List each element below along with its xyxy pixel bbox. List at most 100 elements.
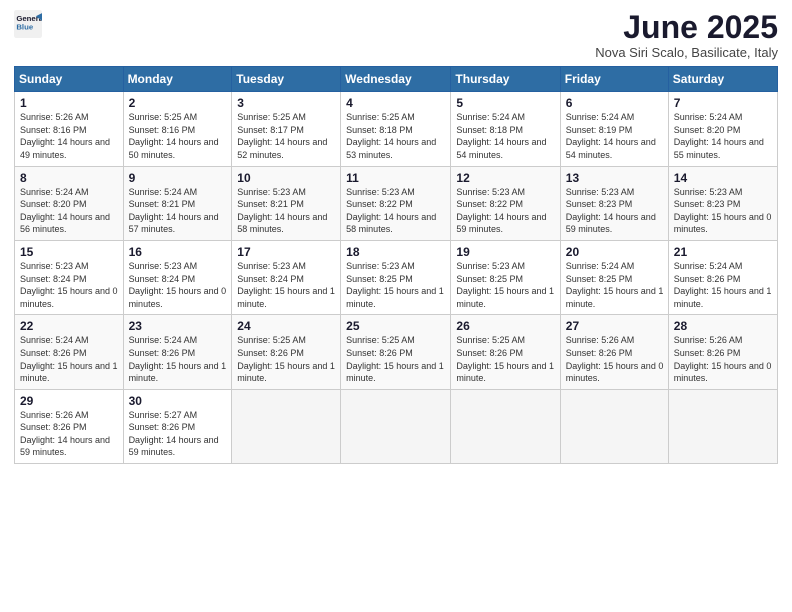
- day-info: Sunrise: 5:23 AMSunset: 8:21 PMDaylight:…: [237, 187, 327, 235]
- day-number: 24: [237, 319, 336, 333]
- day-info: Sunrise: 5:24 AMSunset: 8:25 PMDaylight:…: [566, 261, 664, 309]
- day-number: 18: [346, 245, 446, 259]
- day-info: Sunrise: 5:26 AMSunset: 8:16 PMDaylight:…: [20, 112, 110, 160]
- day-info: Sunrise: 5:24 AMSunset: 8:26 PMDaylight:…: [20, 335, 118, 383]
- day-info: Sunrise: 5:23 AMSunset: 8:25 PMDaylight:…: [346, 261, 444, 309]
- day-number: 23: [129, 319, 228, 333]
- day-info: Sunrise: 5:26 AMSunset: 8:26 PMDaylight:…: [674, 335, 772, 383]
- calendar-cell: 22 Sunrise: 5:24 AMSunset: 8:26 PMDayligh…: [15, 315, 124, 389]
- calendar-cell: 2 Sunrise: 5:25 AMSunset: 8:16 PMDaylight…: [123, 92, 232, 166]
- calendar-cell: 6 Sunrise: 5:24 AMSunset: 8:19 PMDaylight…: [560, 92, 668, 166]
- calendar-cell: 14Sunrise: 5:23 AMSunset: 8:23 PMDayligh…: [668, 166, 777, 240]
- day-number: 28: [674, 319, 773, 333]
- calendar-cell: 28 Sunrise: 5:26 AMSunset: 8:26 PMDayligh…: [668, 315, 777, 389]
- day-info: Sunrise: 5:23 AMSunset: 8:24 PMDaylight:…: [20, 261, 118, 309]
- calendar-cell: 10 Sunrise: 5:23 AMSunset: 8:21 PMDayligh…: [232, 166, 341, 240]
- day-info: Sunrise: 5:26 AMSunset: 8:26 PMDaylight:…: [566, 335, 664, 383]
- col-monday: Monday: [123, 67, 232, 92]
- calendar-cell: 11 Sunrise: 5:23 AMSunset: 8:22 PMDayligh…: [341, 166, 451, 240]
- day-number: 4: [346, 96, 446, 110]
- day-number: 9: [129, 171, 228, 185]
- day-info: Sunrise: 5:23 AMSunset: 8:24 PMDaylight:…: [237, 261, 335, 309]
- header: General Blue June 2025 Nova Siri Scalo, …: [14, 10, 778, 60]
- logo: General Blue: [14, 10, 42, 38]
- calendar-cell: 26 Sunrise: 5:25 AMSunset: 8:26 PMDayligh…: [451, 315, 560, 389]
- day-number: 11: [346, 171, 446, 185]
- col-tuesday: Tuesday: [232, 67, 341, 92]
- day-number: 22: [20, 319, 119, 333]
- calendar-cell: 29 Sunrise: 5:26 AMSunset: 8:26 PMDayligh…: [15, 389, 124, 463]
- day-info: Sunrise: 5:24 AMSunset: 8:20 PMDaylight:…: [20, 187, 110, 235]
- calendar-cell: 23 Sunrise: 5:24 AMSunset: 8:26 PMDayligh…: [123, 315, 232, 389]
- day-info: Sunrise: 5:23 AMSunset: 8:23 PMDaylight:…: [566, 187, 656, 235]
- calendar-cell: [668, 389, 777, 463]
- day-info: Sunrise: 5:25 AMSunset: 8:16 PMDaylight:…: [129, 112, 219, 160]
- day-info: Sunrise: 5:24 AMSunset: 8:21 PMDaylight:…: [129, 187, 219, 235]
- calendar-cell: 18 Sunrise: 5:23 AMSunset: 8:25 PMDayligh…: [341, 240, 451, 314]
- day-number: 7: [674, 96, 773, 110]
- calendar-cell: [451, 389, 560, 463]
- day-number: 17: [237, 245, 336, 259]
- day-info: Sunrise: 5:23 AMSunset: 8:22 PMDaylight:…: [346, 187, 436, 235]
- col-wednesday: Wednesday: [341, 67, 451, 92]
- col-thursday: Thursday: [451, 67, 560, 92]
- day-number: 3: [237, 96, 336, 110]
- day-number: 25: [346, 319, 446, 333]
- calendar-cell: 3 Sunrise: 5:25 AMSunset: 8:17 PMDaylight…: [232, 92, 341, 166]
- day-number: 6: [566, 96, 664, 110]
- page-container: General Blue June 2025 Nova Siri Scalo, …: [0, 0, 792, 474]
- day-number: 26: [456, 319, 555, 333]
- day-info: Sunrise: 5:27 AMSunset: 8:26 PMDaylight:…: [129, 410, 219, 458]
- calendar-cell: 1 Sunrise: 5:26 AMSunset: 8:16 PMDaylight…: [15, 92, 124, 166]
- day-info: Sunrise: 5:25 AMSunset: 8:26 PMDaylight:…: [456, 335, 554, 383]
- calendar-week-5: 29 Sunrise: 5:26 AMSunset: 8:26 PMDayligh…: [15, 389, 778, 463]
- calendar-cell: 7 Sunrise: 5:24 AMSunset: 8:20 PMDaylight…: [668, 92, 777, 166]
- day-number: 15: [20, 245, 119, 259]
- day-info: Sunrise: 5:26 AMSunset: 8:26 PMDaylight:…: [20, 410, 110, 458]
- day-number: 20: [566, 245, 664, 259]
- calendar-cell: 12 Sunrise: 5:23 AMSunset: 8:22 PMDayligh…: [451, 166, 560, 240]
- day-info: Sunrise: 5:23 AMSunset: 8:22 PMDaylight:…: [456, 187, 546, 235]
- calendar-cell: 4 Sunrise: 5:25 AMSunset: 8:18 PMDaylight…: [341, 92, 451, 166]
- day-number: 21: [674, 245, 773, 259]
- calendar-week-3: 15 Sunrise: 5:23 AMSunset: 8:24 PMDayligh…: [15, 240, 778, 314]
- calendar-cell: 21 Sunrise: 5:24 AMSunset: 8:26 PMDayligh…: [668, 240, 777, 314]
- calendar-cell: 19 Sunrise: 5:23 AMSunset: 8:25 PMDayligh…: [451, 240, 560, 314]
- day-number: 5: [456, 96, 555, 110]
- col-saturday: Saturday: [668, 67, 777, 92]
- day-info: Sunrise: 5:24 AMSunset: 8:26 PMDaylight:…: [129, 335, 227, 383]
- day-number: 16: [129, 245, 228, 259]
- day-number: 2: [129, 96, 228, 110]
- day-info: Sunrise: 5:24 AMSunset: 8:26 PMDaylight:…: [674, 261, 772, 309]
- month-title: June 2025: [595, 10, 778, 45]
- day-info: Sunrise: 5:25 AMSunset: 8:18 PMDaylight:…: [346, 112, 436, 160]
- day-info: Sunrise: 5:23 AMSunset: 8:24 PMDaylight:…: [129, 261, 227, 309]
- calendar-cell: 24 Sunrise: 5:25 AMSunset: 8:26 PMDayligh…: [232, 315, 341, 389]
- calendar-cell: 17 Sunrise: 5:23 AMSunset: 8:24 PMDayligh…: [232, 240, 341, 314]
- calendar-cell: [341, 389, 451, 463]
- day-number: 13: [566, 171, 664, 185]
- day-number: 27: [566, 319, 664, 333]
- day-number: 8: [20, 171, 119, 185]
- day-number: 10: [237, 171, 336, 185]
- day-info: Sunrise: 5:23 AMSunset: 8:25 PMDaylight:…: [456, 261, 554, 309]
- day-number: 19: [456, 245, 555, 259]
- calendar-cell: 20 Sunrise: 5:24 AMSunset: 8:25 PMDayligh…: [560, 240, 668, 314]
- day-info: Sunrise: 5:24 AMSunset: 8:19 PMDaylight:…: [566, 112, 656, 160]
- calendar-cell: 5Sunrise: 5:24 AMSunset: 8:18 PMDaylight…: [451, 92, 560, 166]
- calendar-cell: 25 Sunrise: 5:25 AMSunset: 8:26 PMDayligh…: [341, 315, 451, 389]
- day-number: 1: [20, 96, 119, 110]
- calendar-cell: 15 Sunrise: 5:23 AMSunset: 8:24 PMDayligh…: [15, 240, 124, 314]
- svg-text:Blue: Blue: [16, 22, 34, 31]
- day-info: Sunrise: 5:25 AMSunset: 8:26 PMDaylight:…: [237, 335, 335, 383]
- day-info: Sunrise: 5:25 AMSunset: 8:26 PMDaylight:…: [346, 335, 444, 383]
- calendar-cell: 16 Sunrise: 5:23 AMSunset: 8:24 PMDayligh…: [123, 240, 232, 314]
- calendar-header-row: Sunday Monday Tuesday Wednesday Thursday…: [15, 67, 778, 92]
- col-sunday: Sunday: [15, 67, 124, 92]
- day-number: 29: [20, 394, 119, 408]
- day-number: 12: [456, 171, 555, 185]
- day-info: Sunrise: 5:23 AMSunset: 8:23 PMDaylight:…: [674, 187, 772, 235]
- day-info: Sunrise: 5:25 AMSunset: 8:17 PMDaylight:…: [237, 112, 327, 160]
- day-info: Sunrise: 5:24 AMSunset: 8:20 PMDaylight:…: [674, 112, 764, 160]
- calendar-cell: [232, 389, 341, 463]
